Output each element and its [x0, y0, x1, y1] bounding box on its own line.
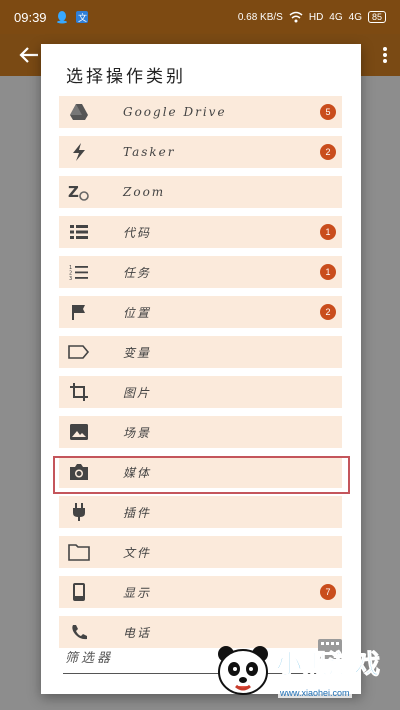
battery-icon: 85	[367, 11, 386, 23]
code-list-icon	[65, 218, 93, 246]
count-badge: 5	[320, 104, 336, 120]
plug-icon	[65, 498, 93, 526]
status-time: 09:39	[14, 9, 47, 25]
list-item-variable[interactable]: 变量	[59, 336, 342, 368]
network-label: HD	[308, 11, 324, 23]
item-label: 场景	[123, 425, 152, 440]
flag-icon	[65, 298, 93, 326]
count-badge: 7	[320, 584, 336, 600]
phone-icon	[65, 578, 93, 606]
qq-icon	[56, 11, 67, 24]
category-list: Google Drive 5 Tasker 2 Z Zoom 代码 1 123	[59, 96, 342, 666]
list-item-google-drive[interactable]: Google Drive 5	[59, 96, 342, 128]
item-label: 电话	[123, 625, 152, 640]
item-label: 位置	[123, 305, 152, 320]
crop-icon	[65, 378, 93, 406]
count-badge: 2	[320, 144, 336, 160]
item-label: Google Drive	[123, 105, 227, 119]
select-action-category-dialog: 选择操作类别 Google Drive 5 Tasker 2 Z Zoom 代码…	[41, 44, 361, 694]
svg-text:Z: Z	[68, 183, 79, 201]
status-right-group: 0.68 KB/S HD 4G 4G 85	[238, 10, 386, 24]
folder-icon	[65, 538, 93, 566]
google-drive-icon	[65, 98, 93, 126]
zoom-icon: Z	[65, 178, 93, 206]
count-badge: 1	[320, 224, 336, 240]
count-badge: 2	[320, 304, 336, 320]
list-item-code[interactable]: 代码 1	[59, 216, 342, 248]
item-label: 图片	[123, 385, 152, 400]
signal-2: 4G	[348, 11, 362, 23]
dialog-title: 选择操作类别	[66, 67, 186, 87]
translate-icon: 文	[75, 11, 88, 24]
list-item-file[interactable]: 文件	[59, 536, 342, 568]
svg-text:3: 3	[69, 276, 72, 280]
status-notification-icons: 文	[55, 10, 89, 24]
count-badge: 1	[320, 264, 336, 280]
wifi-icon	[289, 11, 303, 23]
list-item-location[interactable]: 位置 2	[59, 296, 342, 328]
list-item-tasker[interactable]: Tasker 2	[59, 136, 342, 168]
item-label: 插件	[123, 505, 152, 520]
list-item-scene[interactable]: 场景	[59, 416, 342, 448]
item-label: 显示	[123, 585, 152, 600]
numbered-list-icon: 123	[65, 258, 93, 286]
watermark-brand: 小黑游戏	[275, 650, 381, 681]
net-speed: 0.68 KB/S	[237, 11, 283, 23]
item-label: 变量	[123, 345, 152, 360]
list-item-zoom[interactable]: Z Zoom	[59, 176, 342, 208]
panda-mascot-icon	[218, 646, 268, 695]
status-bar: 09:39 文 0.68 KB/S HD 4G 4G 85	[0, 0, 400, 34]
list-item-image[interactable]: 图片	[59, 376, 342, 408]
item-label: 文件	[123, 545, 152, 560]
phone-handset-icon	[65, 618, 93, 646]
watermark-url: www.xiaohei.com	[278, 688, 352, 698]
selection-highlight-media	[53, 456, 350, 494]
more-vert-icon[interactable]	[380, 44, 390, 66]
list-item-task[interactable]: 123 任务 1	[59, 256, 342, 288]
back-arrow-icon[interactable]	[18, 44, 40, 66]
list-item-display[interactable]: 显示 7	[59, 576, 342, 608]
tag-icon	[65, 338, 93, 366]
watermark: 小黑游戏 www.xiaohei.com	[206, 636, 396, 706]
item-label: 任务	[123, 265, 152, 280]
tasker-bolt-icon	[65, 138, 93, 166]
list-item-plugin[interactable]: 插件	[59, 496, 342, 528]
item-label: 代码	[123, 225, 152, 240]
item-label: Tasker	[123, 145, 176, 159]
image-icon	[65, 418, 93, 446]
svg-text:文: 文	[78, 12, 87, 24]
item-label: Zoom	[123, 185, 166, 199]
signal-1: 4G	[329, 11, 343, 23]
